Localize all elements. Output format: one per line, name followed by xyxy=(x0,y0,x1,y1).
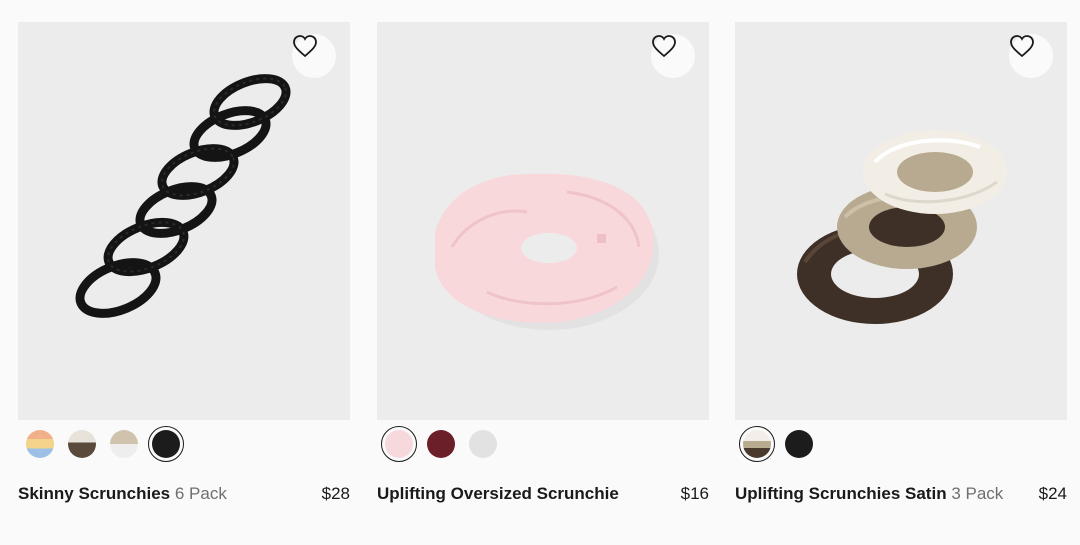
swatch-pink[interactable] xyxy=(381,426,417,462)
product-card[interactable]: Uplifting Oversized Scrunchie $16 xyxy=(377,22,709,522)
product-name: Skinny Scrunchies xyxy=(18,484,171,503)
wishlist-button[interactable] xyxy=(651,34,695,78)
swatch-light-grey[interactable] xyxy=(465,426,501,462)
swatch-brown-taupe[interactable] xyxy=(64,426,100,462)
product-card[interactable]: Uplifting Scrunchies Satin 3 Pack $24 xyxy=(735,22,1067,522)
heart-icon xyxy=(1010,35,1034,58)
product-image[interactable] xyxy=(735,22,1067,420)
product-variant: 3 Pack xyxy=(951,484,1004,503)
product-title[interactable]: Uplifting Oversized Scrunchie xyxy=(377,484,619,504)
product-price: $16 xyxy=(680,484,709,503)
product-variant: 6 Pack xyxy=(174,484,227,503)
satin-scrunchies-photo xyxy=(797,130,1007,324)
product-price: $28 xyxy=(321,484,350,503)
product-name: Uplifting Oversized Scrunchie xyxy=(377,484,619,503)
swatch-sand-white[interactable] xyxy=(106,426,142,462)
heart-icon xyxy=(652,35,676,58)
pink-oversized-scrunchie-photo xyxy=(435,173,659,330)
heart-icon xyxy=(293,35,317,58)
product-name: Uplifting Scrunchies Satin xyxy=(735,484,947,503)
swatch-burgundy[interactable] xyxy=(423,426,459,462)
color-swatches xyxy=(22,426,184,462)
product-image[interactable] xyxy=(377,22,709,420)
swatch-black[interactable] xyxy=(148,426,184,462)
product-title[interactable]: Uplifting Scrunchies Satin 3 Pack xyxy=(735,484,1003,504)
swatch-black[interactable] xyxy=(781,426,817,462)
wishlist-button[interactable] xyxy=(1009,34,1053,78)
color-swatches xyxy=(739,426,817,462)
product-card[interactable]: Skinny Scrunchies 6 Pack $28 xyxy=(18,22,350,522)
black-skinny-scrunchies-photo xyxy=(75,74,291,318)
product-meta: Uplifting Oversized Scrunchie $16 xyxy=(377,484,709,504)
product-price: $24 xyxy=(1038,484,1067,503)
color-swatches xyxy=(381,426,501,462)
product-grid: Skinny Scrunchies 6 Pack $28 Uplifting O… xyxy=(18,22,1068,542)
wishlist-button[interactable] xyxy=(292,34,336,78)
swatch-multi-stripe[interactable] xyxy=(22,426,58,462)
product-meta: Skinny Scrunchies 6 Pack $28 xyxy=(18,484,350,504)
product-meta: Uplifting Scrunchies Satin 3 Pack $24 xyxy=(735,484,1067,504)
swatch-neutral-mix[interactable] xyxy=(739,426,775,462)
product-image[interactable] xyxy=(18,22,350,420)
product-title[interactable]: Skinny Scrunchies 6 Pack xyxy=(18,484,227,504)
